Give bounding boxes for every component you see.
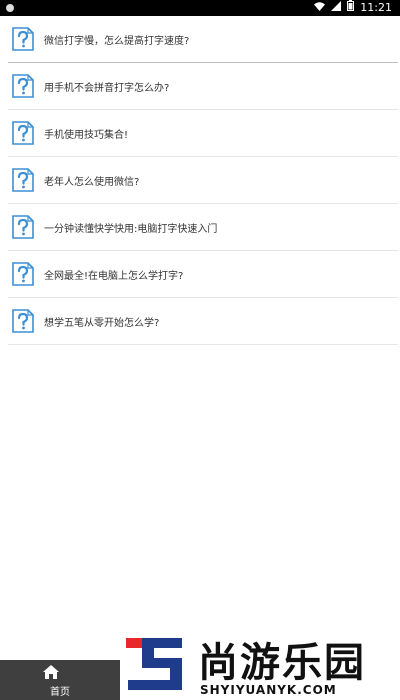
list-item[interactable]: 想学五笔从零开始怎么学? — [8, 298, 398, 345]
watermark-brand-cn: 尚游乐园 — [198, 640, 366, 686]
status-icons: 11:21 — [314, 0, 392, 16]
status-bar: 11:21 — [0, 0, 400, 16]
brand-logo-icon — [124, 632, 184, 692]
question-document-icon — [12, 168, 34, 192]
list-item[interactable]: 全网最全!在电脑上怎么学打字? — [8, 251, 398, 298]
home-label: 首页 — [50, 687, 70, 698]
signal-icon — [331, 0, 342, 16]
question-document-icon — [12, 215, 34, 239]
watermark-brand-en: SHYIYUANYK.COM — [200, 683, 337, 697]
list-item-label: 想学五笔从零开始怎么学? — [44, 317, 160, 329]
battery-icon — [347, 0, 355, 16]
question-document-icon — [12, 309, 34, 333]
list-item-label: 一分钟读懂快学快用:电脑打字快速入门 — [44, 223, 218, 235]
list-item[interactable]: 手机使用技巧集合! — [8, 110, 398, 157]
watermark: 尚游乐园 SHYIYUANYK.COM — [120, 628, 400, 700]
notification-dot-icon — [6, 4, 14, 12]
question-document-icon — [12, 262, 34, 286]
list-item-label: 用手机不会拼音打字怎么办? — [44, 82, 170, 94]
list-item-label: 老年人怎么使用微信? — [44, 176, 140, 188]
question-document-icon — [12, 27, 34, 51]
wifi-icon — [314, 0, 326, 16]
question-document-icon — [12, 74, 34, 98]
list-item-label: 全网最全!在电脑上怎么学打字? — [44, 270, 184, 282]
list-item[interactable]: 老年人怎么使用微信? — [8, 157, 398, 204]
list-item-label: 手机使用技巧集合! — [44, 129, 129, 141]
list-item[interactable]: 用手机不会拼音打字怎么办? — [8, 63, 398, 110]
list-item[interactable]: 微信打字慢，怎么提高打字速度? — [8, 16, 398, 63]
article-list: 微信打字慢，怎么提高打字速度? 用手机不会拼音打字怎么办? 手机使用技巧集合! … — [8, 16, 398, 345]
home-icon — [42, 664, 60, 680]
question-document-icon — [12, 121, 34, 145]
list-item-label: 微信打字慢，怎么提高打字速度? — [44, 35, 190, 47]
bottom-nav-home[interactable]: 首页 — [0, 660, 120, 700]
list-item[interactable]: 一分钟读懂快学快用:电脑打字快速入门 — [8, 204, 398, 251]
status-time: 11:21 — [360, 1, 392, 14]
